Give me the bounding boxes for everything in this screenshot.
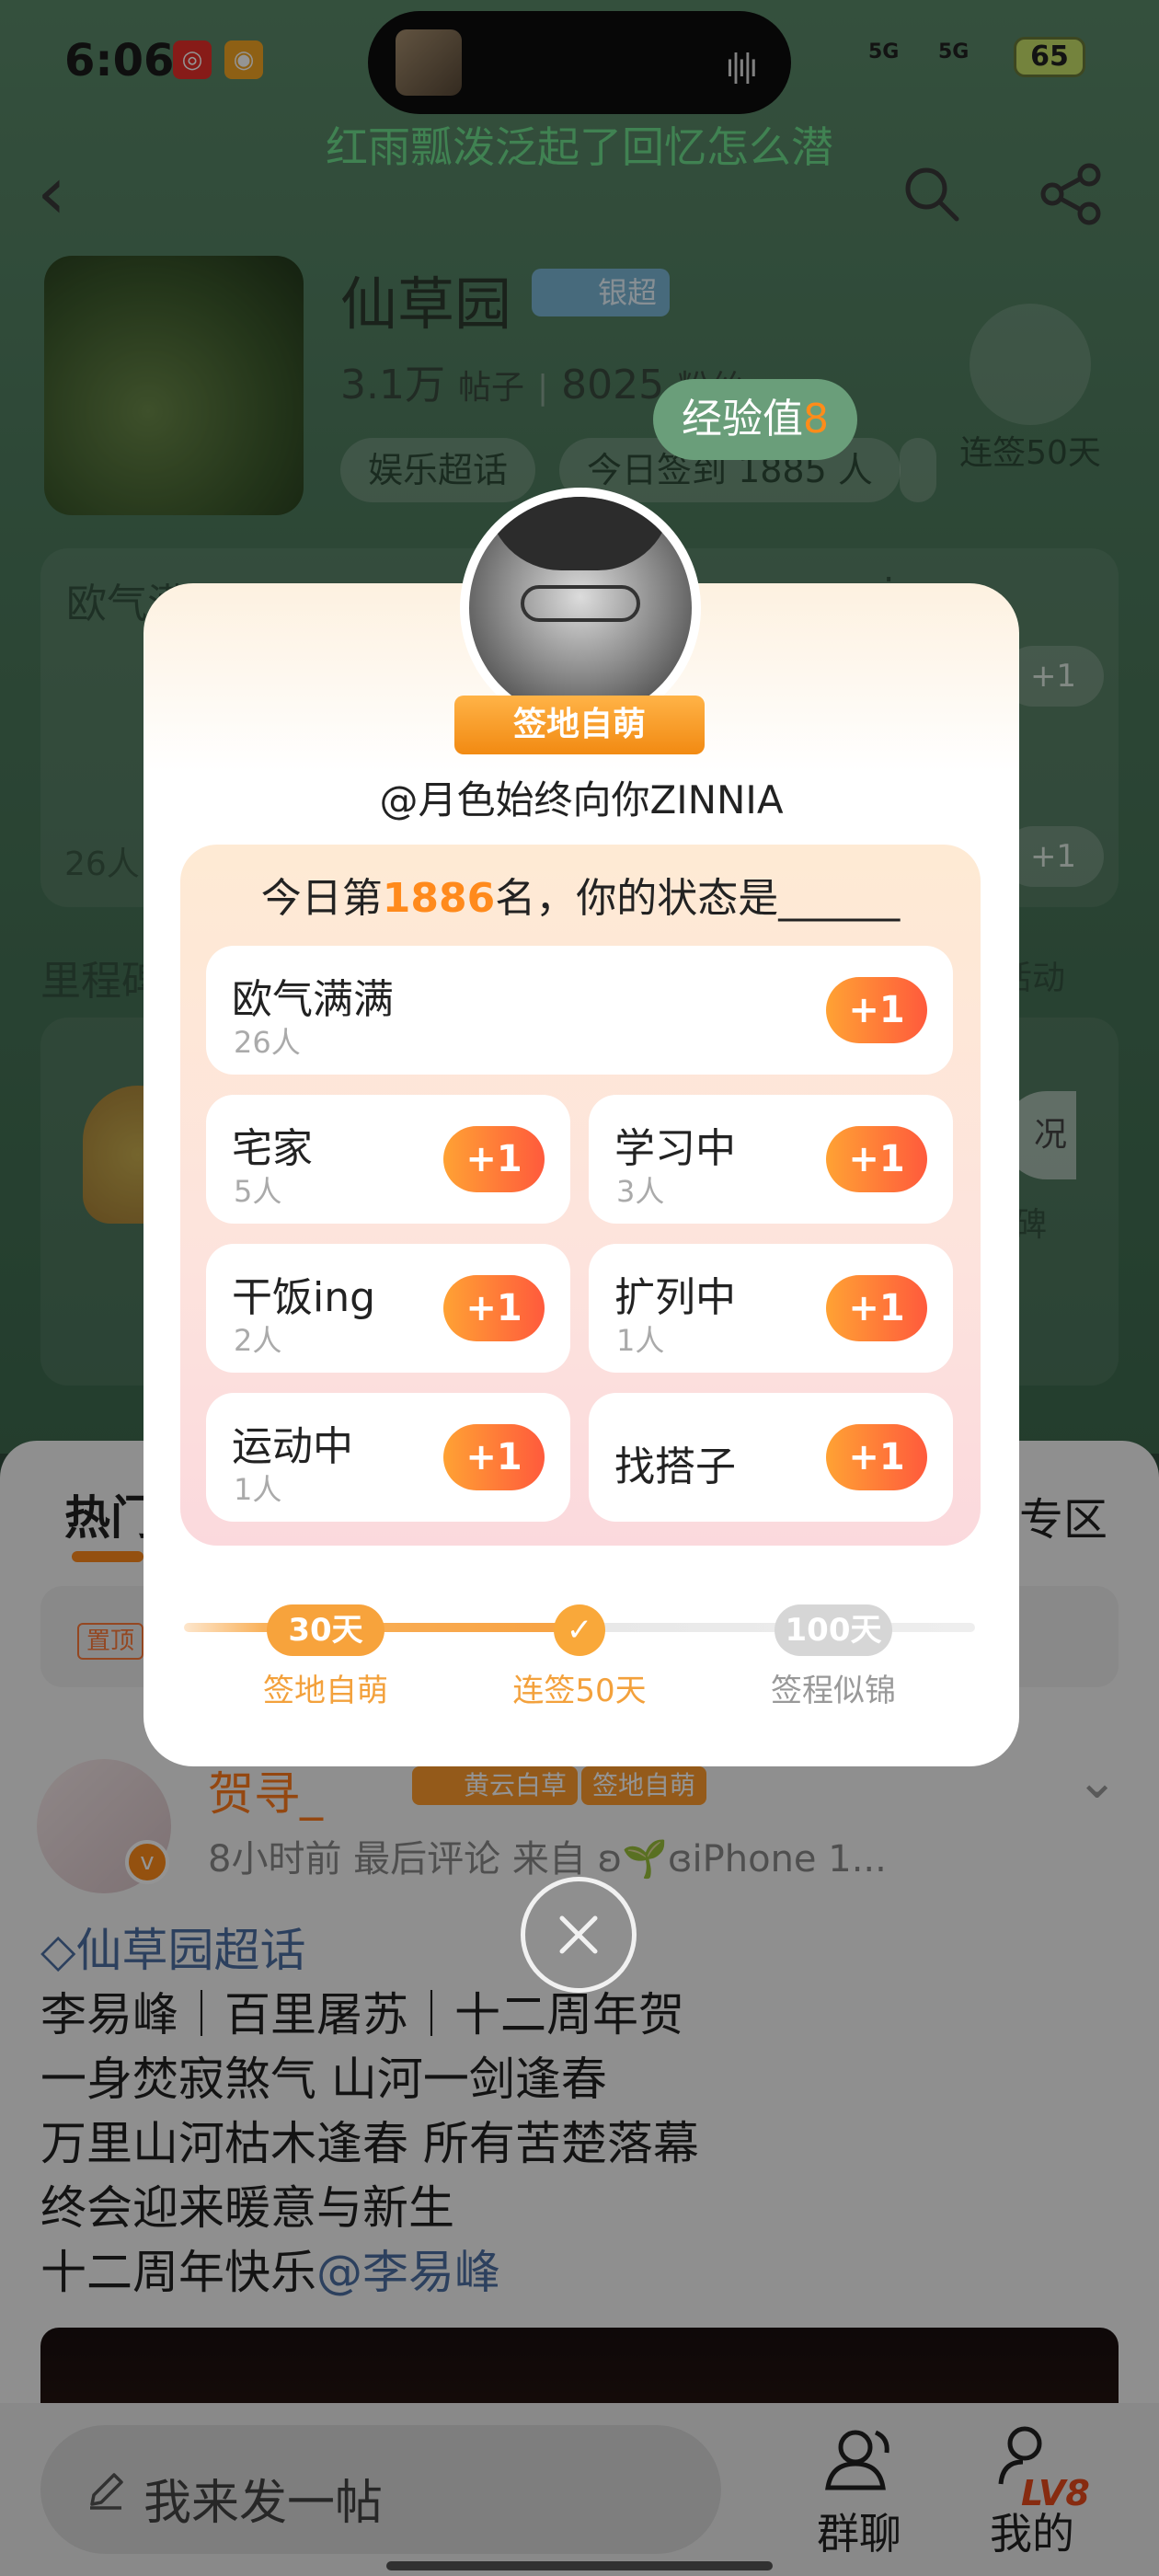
plus-one-button[interactable]: +1 xyxy=(826,1275,927,1341)
status-option-exercising[interactable]: 运动中 1人 +1 xyxy=(206,1393,570,1522)
status-option-studying[interactable]: 学习中 3人 +1 xyxy=(589,1095,953,1224)
status-option-eating[interactable]: 干饭ing 2人 +1 xyxy=(206,1244,570,1373)
plus-one-button[interactable]: +1 xyxy=(443,1275,545,1341)
close-icon xyxy=(559,1915,598,1954)
plus-one-button[interactable]: +1 xyxy=(826,1126,927,1192)
option-label: 找搭子 xyxy=(614,1443,736,1490)
experience-tooltip: 经验值8 xyxy=(653,379,857,460)
plus-one-button[interactable]: +1 xyxy=(443,1424,545,1490)
close-button[interactable] xyxy=(521,1877,637,1993)
modal-username: @月色始终向你ZINNIA xyxy=(379,777,784,822)
status-option-lucky[interactable]: 欧气满满 26人 +1 xyxy=(206,946,953,1075)
option-label: 扩列中 xyxy=(614,1274,736,1321)
exp-label: 经验值 xyxy=(682,396,803,443)
checkin-title-ribbon: 签地自萌 xyxy=(434,696,725,754)
option-count: 3人 xyxy=(616,1174,665,1209)
plus-one-button[interactable]: +1 xyxy=(826,977,927,1043)
avatar-hair xyxy=(488,497,671,570)
rank-prompt: 今日第1886名，你的状态是______ xyxy=(180,865,981,924)
rank-suffix: 名，你的状态是______ xyxy=(495,875,901,922)
milestone-30-label: 签地自萌 xyxy=(263,1673,388,1709)
option-count: 1人 xyxy=(234,1472,282,1507)
milestone-50-label: 连签50天 xyxy=(512,1673,647,1709)
exp-value: 8 xyxy=(803,396,829,443)
status-option-home[interactable]: 宅家 5人 +1 xyxy=(206,1095,570,1224)
status-option-find-partner[interactable]: 找搭子 +1 xyxy=(589,1393,953,1522)
rank-prefix: 今日第 xyxy=(260,875,383,922)
user-avatar xyxy=(469,497,692,719)
option-label: 学习中 xyxy=(614,1125,736,1172)
option-count: 5人 xyxy=(234,1174,282,1209)
option-count: 26人 xyxy=(234,1025,301,1060)
rank-number: 1886 xyxy=(382,875,496,922)
milestone-100-days: 100天 xyxy=(775,1604,892,1656)
avatar-glasses xyxy=(521,585,640,622)
checkmark-icon: ✓ xyxy=(554,1604,605,1656)
option-label: 干饭ing xyxy=(232,1274,376,1321)
milestone-100-label: 签程似锦 xyxy=(771,1673,896,1709)
option-label: 运动中 xyxy=(232,1423,353,1470)
option-count: 1人 xyxy=(616,1323,665,1358)
option-label: 宅家 xyxy=(232,1125,313,1172)
option-count: 2人 xyxy=(234,1323,282,1358)
plus-one-button[interactable]: +1 xyxy=(826,1424,927,1490)
option-label: 欧气满满 xyxy=(232,976,394,1023)
plus-one-button[interactable]: +1 xyxy=(443,1126,545,1192)
milestone-30-days: 30天 xyxy=(267,1604,384,1656)
status-option-making-friends[interactable]: 扩列中 1人 +1 xyxy=(589,1244,953,1373)
